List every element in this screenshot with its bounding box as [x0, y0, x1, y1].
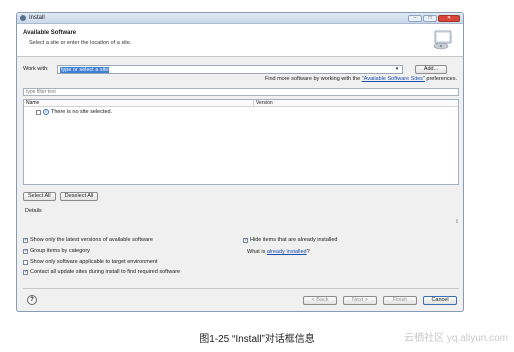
page-description: Select a site or enter the location of a…	[29, 40, 132, 46]
software-tree[interactable]: Name Version i There is no site selected…	[23, 99, 459, 185]
work-with-combo[interactable]: type or select a site ▾	[57, 64, 403, 74]
next-button[interactable]: Next >	[343, 296, 377, 305]
add-site-button[interactable]: Add...	[415, 64, 447, 74]
title-bar: Install – □ ✕	[17, 13, 463, 24]
work-with-label: Work with:	[23, 66, 49, 72]
page-title: Available Software	[23, 30, 77, 36]
work-with-value: type or select a site	[60, 66, 110, 73]
hint-text: Find more software by working with the	[264, 76, 362, 82]
target-environment-label: Show only software applicable to target …	[30, 259, 158, 265]
column-header-name[interactable]: Name	[24, 100, 254, 106]
target-environment-checkbox[interactable]	[23, 259, 28, 265]
latest-versions-checkbox[interactable]: ✓	[23, 237, 28, 243]
finish-button[interactable]: Finish	[383, 296, 417, 305]
no-site-message: There is no site selected.	[51, 109, 113, 115]
item-checkbox[interactable]	[36, 109, 41, 115]
column-header-version[interactable]: Version	[254, 100, 273, 106]
what-is-installed: What is already installed?	[247, 249, 310, 255]
minimize-button[interactable]: –	[408, 14, 422, 22]
option-hide-installed[interactable]: ✓ Hide items that are already installed	[243, 237, 337, 243]
dropdown-arrow-icon[interactable]: ▾	[393, 66, 401, 73]
contact-sites-checkbox[interactable]: ✓	[23, 269, 28, 275]
select-all-button[interactable]: Select All	[23, 192, 56, 201]
list-item: i There is no site selected.	[36, 109, 458, 115]
back-button[interactable]: < Back	[303, 296, 337, 305]
option-latest-versions[interactable]: ✓ Show only the latest versions of avail…	[23, 237, 153, 243]
cancel-button[interactable]: Cancel	[423, 296, 457, 305]
already-installed-link[interactable]: already installed	[267, 249, 307, 255]
button-bar-separator	[23, 288, 459, 289]
wizard-header: Available Software Select a site or ente…	[17, 24, 463, 57]
scroll-icon[interactable]: ⇕	[455, 219, 459, 225]
hint-suffix: preferences.	[424, 76, 457, 82]
details-area: ⇕	[23, 216, 459, 230]
what-is-suffix: ?	[306, 249, 310, 255]
hide-installed-checkbox[interactable]: ✓	[243, 237, 248, 243]
install-banner-icon	[433, 30, 452, 50]
latest-versions-label: Show only the latest versions of availab…	[30, 237, 153, 243]
group-by-category-label: Group items by category	[30, 248, 90, 254]
maximize-button[interactable]: □	[423, 14, 437, 22]
available-software-sites-link[interactable]: "Available Software Sites"	[362, 76, 425, 82]
watermark: 云栖社区 yq.aliyun.com	[404, 333, 508, 344]
group-by-category-checkbox[interactable]: ✓	[23, 248, 28, 254]
option-group-by-category[interactable]: ✓ Group items by category	[23, 248, 90, 254]
filter-input[interactable]: type filter text	[23, 88, 459, 96]
details-label: Details	[25, 208, 42, 214]
option-contact-sites[interactable]: ✓ Contact all update sites during instal…	[23, 269, 180, 275]
option-target-environment[interactable]: Show only software applicable to target …	[23, 259, 158, 265]
info-icon: i	[43, 109, 49, 115]
install-dialog: Install – □ ✕ Available Software Select …	[16, 12, 464, 312]
contact-sites-label: Contact all update sites during install …	[30, 269, 181, 275]
close-button[interactable]: ✕	[438, 14, 460, 22]
help-icon[interactable]: ?	[27, 295, 37, 305]
available-sites-hint: Find more software by working with the "…	[265, 76, 457, 82]
hide-installed-label: Hide items that are already installed	[250, 237, 338, 243]
eclipse-icon	[20, 15, 26, 21]
window-title: Install	[29, 15, 45, 21]
what-is-prefix: What is	[247, 249, 267, 255]
deselect-all-button[interactable]: Deselect All	[59, 192, 99, 201]
